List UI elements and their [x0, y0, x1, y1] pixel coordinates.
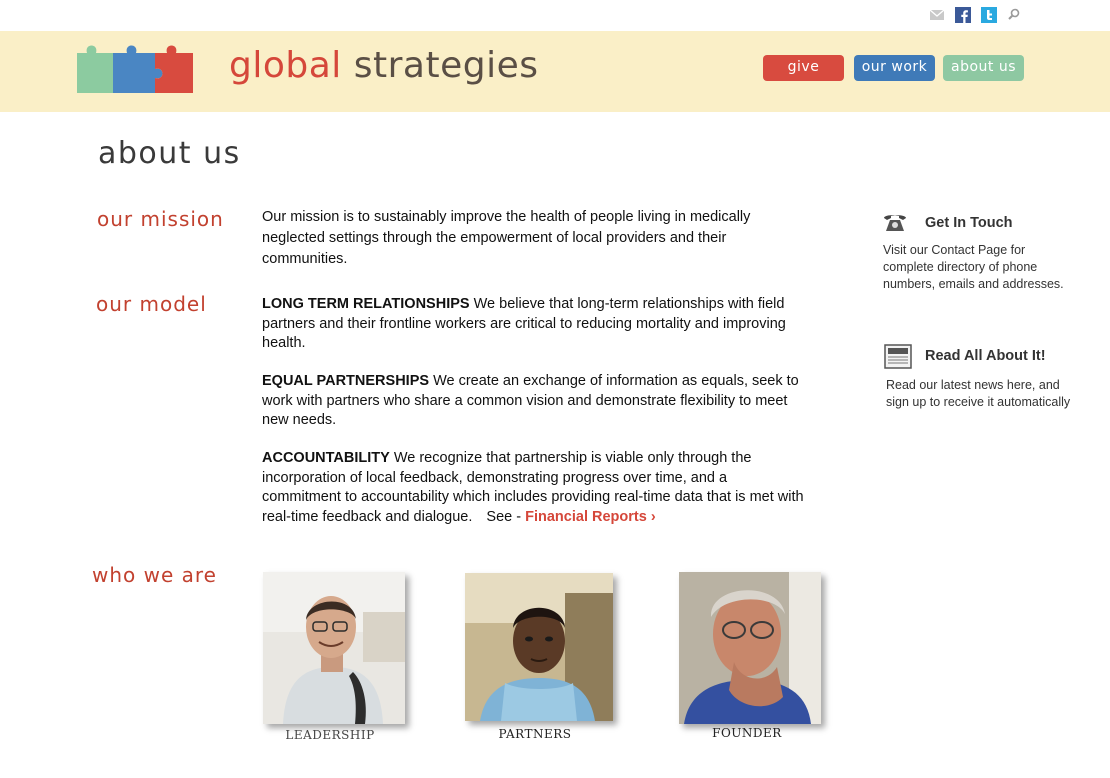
logo-word-global: global [229, 45, 342, 86]
page-title: about us [98, 136, 241, 171]
partners-caption[interactable]: PARTNERS [465, 727, 605, 741]
leadership-photo[interactable] [263, 572, 405, 724]
newspaper-icon[interactable] [884, 344, 912, 369]
news-text: Read our latest news here, and sign up t… [886, 378, 1071, 409]
model-paragraph: EQUAL PARTNERSHIPS We create an exchange… [262, 372, 807, 431]
model-point-title: EQUAL PARTNERSHIPS [262, 373, 430, 389]
model-paragraph: ACCOUNTABILITY We recognize that partner… [262, 449, 807, 527]
partners-photo[interactable] [465, 573, 613, 721]
who-we-are-heading: who we are [92, 563, 217, 587]
founder-caption[interactable]: FOUNDER [679, 726, 815, 740]
nav-our-work-button[interactable]: our work [854, 55, 935, 81]
social-bar [0, 0, 1110, 31]
logo-word-strategies: strategies [353, 45, 539, 86]
see-label: See - [486, 508, 522, 525]
model-paragraph: LONG TERM RELATIONSHIPS We believe that … [262, 295, 807, 354]
mission-heading: our mission [97, 207, 224, 231]
model-point-title: LONG TERM RELATIONSHIPS [262, 296, 470, 312]
get-in-touch-title[interactable]: Get In Touch [925, 215, 1013, 231]
site-header: global strategies give our work about us [0, 31, 1110, 112]
read-all-about-it-title[interactable]: Read All About It! [925, 348, 1046, 364]
model-point-title: ACCOUNTABILITY [262, 450, 390, 466]
founder-photo[interactable] [679, 572, 821, 724]
mail-icon[interactable] [929, 7, 945, 23]
nav-about-us-button[interactable]: about us [943, 55, 1024, 81]
contact-text: Visit our Contact Page for complete dire… [883, 243, 1064, 291]
mission-text: Our mission is to sustainably improve th… [262, 209, 751, 267]
leadership-caption[interactable]: LEADERSHIP [263, 728, 397, 742]
financial-reports-link[interactable]: Financial Reports › [525, 509, 656, 525]
nav-give-button[interactable]: give [763, 55, 844, 81]
facebook-icon[interactable] [955, 7, 971, 23]
site-logo-text[interactable]: global strategies [229, 45, 539, 86]
twitter-icon[interactable] [981, 7, 997, 23]
phone-icon[interactable] [883, 212, 907, 232]
model-heading: our model [96, 292, 207, 316]
puzzle-logo-icon[interactable] [75, 41, 197, 99]
search-icon[interactable] [1006, 7, 1022, 23]
